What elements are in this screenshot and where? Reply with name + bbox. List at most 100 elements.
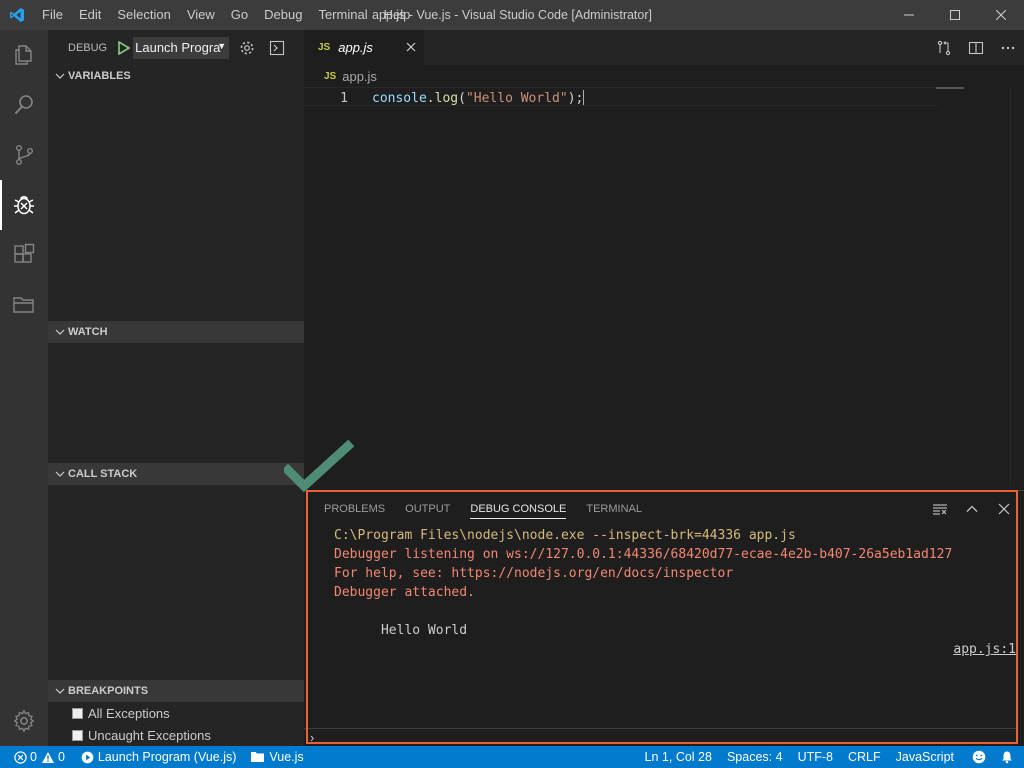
console-line: Debugger listening on ws://127.0.0.1:443… [334, 547, 953, 562]
indentation[interactable]: Spaces: 4 [722, 746, 793, 768]
encoding[interactable]: UTF-8 [793, 746, 843, 768]
explorer-icon [15, 45, 32, 65]
activity-bar [0, 30, 48, 746]
code-close: ); [567, 91, 584, 106]
debug-sidebar: DEBUG Launch Progra ▼ VARIABLES WATCH CA… [48, 30, 304, 746]
breakpoints-section: BREAKPOINTS All Exceptions Uncaught Exce… [48, 680, 304, 746]
line-ending[interactable]: CRLF [843, 746, 891, 768]
feedback-button[interactable] [964, 746, 994, 768]
activity-search[interactable] [0, 80, 48, 130]
tab-output[interactable]: OUTPUT [405, 491, 450, 526]
close-panel-button[interactable] [988, 491, 1020, 526]
open-changes-button[interactable] [928, 30, 960, 65]
console-line: For help, see: https://nodejs.org/en/doc… [334, 566, 734, 581]
console-log-text: Hello World [380, 623, 468, 638]
activity-source-control[interactable] [0, 130, 48, 180]
line-number: 1 [340, 91, 348, 106]
play-icon [118, 40, 131, 55]
split-editor-icon [968, 41, 984, 54]
gear-icon [13, 709, 35, 733]
debug-label: DEBUG [68, 41, 108, 54]
code-function: log [434, 91, 459, 106]
minimize-button[interactable] [886, 0, 932, 30]
callstack-header[interactable]: CALL STACK [48, 463, 304, 485]
menu-debug[interactable]: Debug [256, 0, 310, 30]
debug-console-input[interactable]: › [304, 728, 1016, 746]
console-line: Debugger attached. [334, 585, 475, 600]
debug-console-button[interactable] [265, 37, 289, 59]
close-tab-button[interactable] [406, 40, 416, 55]
clear-all-icon [933, 503, 947, 515]
chevron-down-icon: ▼ [217, 40, 227, 51]
variables-header[interactable]: VARIABLES [48, 65, 304, 87]
menu-help[interactable]: Help [376, 0, 419, 30]
activity-debug[interactable] [0, 180, 48, 230]
code-paren: ( [458, 91, 466, 106]
activity-explorer[interactable] [0, 30, 48, 80]
clear-console-button[interactable] [924, 491, 956, 526]
start-debugging-button[interactable] [115, 39, 133, 57]
minimap-slider [936, 87, 964, 89]
menu-go[interactable]: Go [223, 0, 256, 30]
breakpoint-checkbox[interactable] [72, 707, 83, 719]
console-source-link[interactable]: app.js:1 [953, 640, 1016, 659]
tab-terminal[interactable]: TERMINAL [586, 491, 642, 526]
language-mode[interactable]: JavaScript [891, 746, 964, 768]
error-count: 0 [30, 750, 37, 764]
close-window-button[interactable] [978, 0, 1024, 30]
warning-icon [41, 751, 54, 763]
chevron-down-icon [52, 469, 68, 479]
status-right: Ln 1, Col 28 Spaces: 4 UTF-8 CRLF JavaSc… [640, 746, 1024, 768]
editor-scrollbar[interactable] [1010, 87, 1024, 487]
tab-app-js[interactable]: JS app.js [304, 30, 424, 65]
folder-icon [13, 297, 34, 313]
menu-file[interactable]: File [34, 0, 71, 30]
more-actions-button[interactable] [992, 30, 1024, 65]
menu-view[interactable]: View [179, 0, 223, 30]
tab-problems[interactable]: PROBLEMS [324, 491, 385, 526]
bell-icon [1002, 751, 1012, 764]
minimize-icon [904, 14, 914, 16]
callstack-section: CALL STACK [48, 463, 304, 485]
activity-extensions[interactable] [0, 230, 48, 280]
menu-bar: File Edit Selection View Go Debug Termin… [34, 0, 418, 30]
js-file-icon: JS [318, 42, 331, 53]
notifications-button[interactable] [994, 746, 1024, 768]
code-editor[interactable]: 1 console.log("Hello World"); [304, 87, 1024, 487]
maximize-button[interactable] [932, 0, 978, 30]
cursor-position[interactable]: Ln 1, Col 28 [640, 746, 722, 768]
breadcrumb-file[interactable]: app.js [342, 69, 377, 84]
activity-folder[interactable] [0, 280, 48, 330]
split-editor-button[interactable] [960, 30, 992, 65]
breakpoints-title: BREAKPOINTS [68, 685, 149, 697]
breakpoint-label: Uncaught Exceptions [88, 727, 211, 743]
maximize-panel-button[interactable] [956, 491, 988, 526]
breakpoint-checkbox[interactable] [72, 729, 83, 741]
editor-tabs: JS app.js [304, 30, 1024, 65]
breakpoint-item: All Exceptions [48, 702, 304, 724]
menu-selection[interactable]: Selection [109, 0, 178, 30]
folder-status[interactable]: Vue.js [245, 746, 308, 768]
code-string: "Hello World" [465, 91, 568, 106]
manage-button[interactable] [0, 696, 48, 746]
vscode-logo-icon [0, 0, 34, 30]
open-launch-json-button[interactable] [235, 37, 259, 59]
breakpoint-item: Uncaught Exceptions [48, 724, 304, 746]
breadcrumb: JS app.js [304, 65, 1024, 87]
breakpoint-label: All Exceptions [88, 705, 170, 721]
window-controls [886, 0, 1024, 30]
tab-debug-console[interactable]: DEBUG CONSOLE [470, 491, 566, 526]
menu-edit[interactable]: Edit [71, 0, 109, 30]
editor-actions [928, 30, 1024, 65]
problems-status[interactable]: 0 0 [0, 746, 70, 768]
watch-header[interactable]: WATCH [48, 321, 304, 343]
text-cursor [583, 90, 585, 105]
breakpoints-header[interactable]: BREAKPOINTS [48, 680, 304, 702]
menu-terminal[interactable]: Terminal [310, 0, 375, 30]
launch-status[interactable]: Launch Program (Vue.js) [76, 746, 242, 768]
status-bar: 0 0 Launch Program (Vue.js) Vue.js Ln 1,… [0, 746, 1024, 768]
callstack-title: CALL STACK [68, 468, 138, 480]
launch-config-select[interactable]: Launch Progra ▼ [133, 36, 230, 59]
prompt-chevron-icon: › [310, 730, 315, 745]
terminal-icon [270, 40, 285, 55]
